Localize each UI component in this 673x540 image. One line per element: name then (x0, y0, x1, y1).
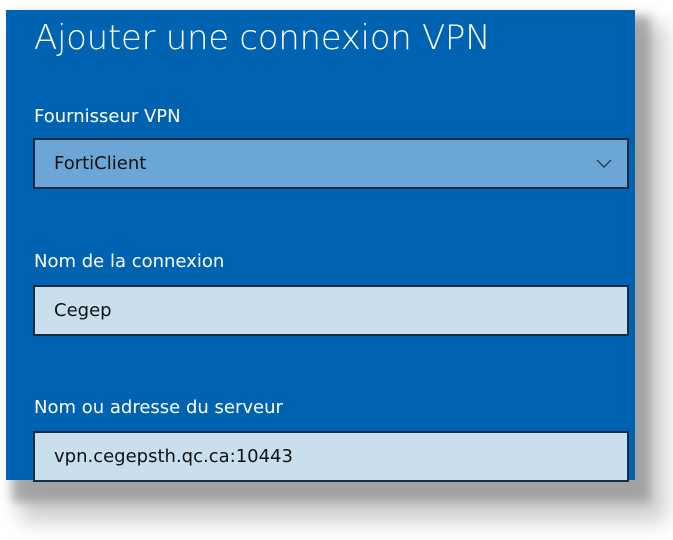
chevron-down-icon (596, 159, 612, 168)
vpn-provider-value: FortiClient (54, 153, 147, 174)
connection-name-label: Nom de la connexion (34, 251, 225, 272)
connection-name-input[interactable]: Cegep (33, 285, 629, 336)
server-address-input[interactable]: vpn.cegepsth.qc.ca:10443 (33, 431, 629, 482)
dialog-title: Ajouter une connexion VPN (34, 18, 491, 58)
connection-name-value: Cegep (54, 300, 112, 321)
server-address-value: vpn.cegepsth.qc.ca:10443 (54, 446, 293, 467)
vpn-provider-label: Fournisseur VPN (34, 106, 181, 127)
add-vpn-connection-dialog: Ajouter une connexion VPN Fournisseur VP… (6, 10, 635, 482)
server-address-label: Nom ou adresse du serveur (34, 397, 283, 418)
vpn-provider-select[interactable]: FortiClient (33, 138, 629, 189)
